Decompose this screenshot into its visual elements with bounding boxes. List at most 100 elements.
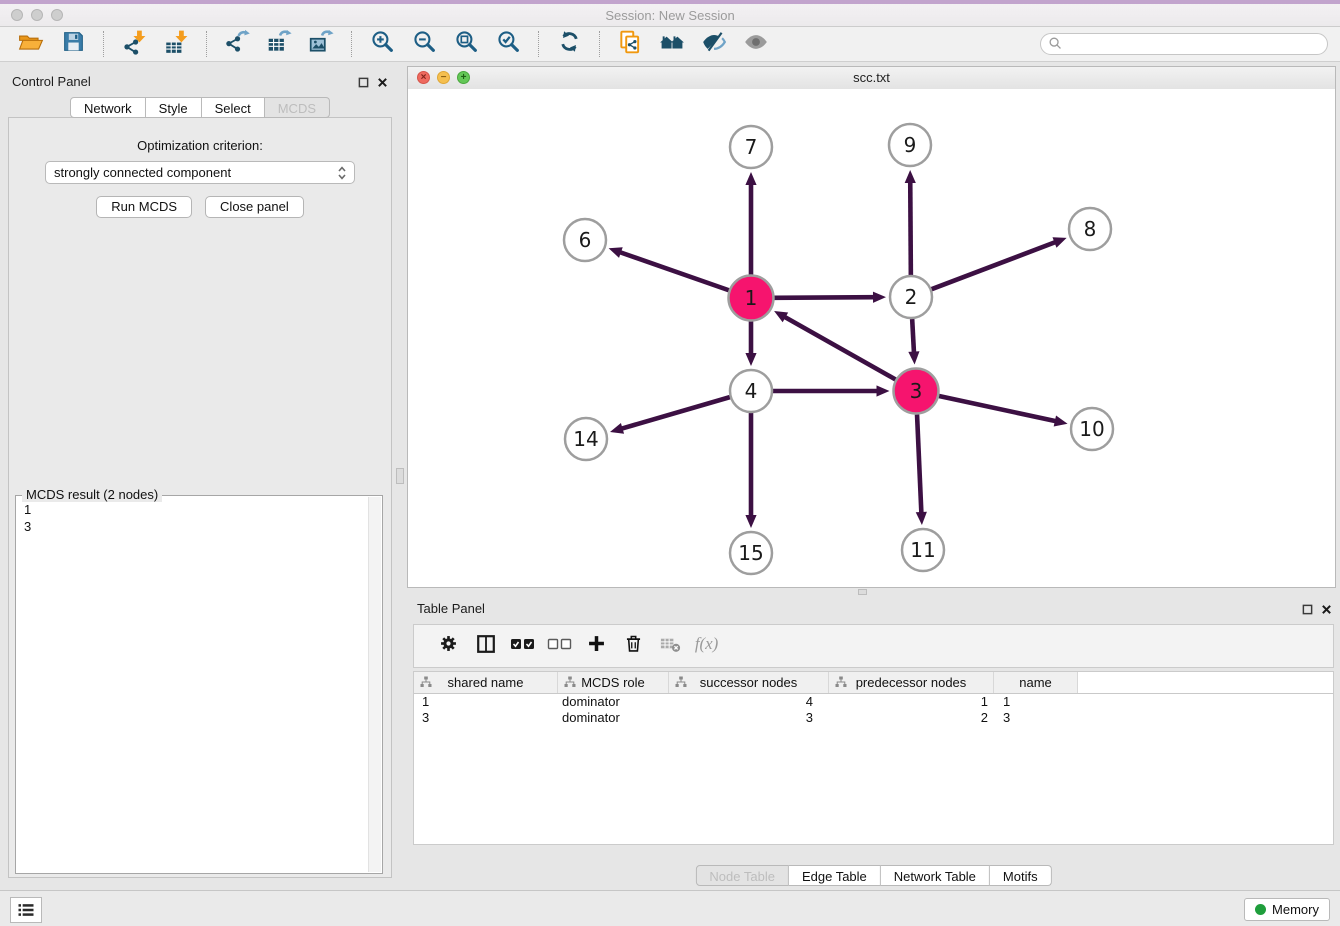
table-row[interactable]: 1dominator411 (414, 694, 1333, 710)
tab-edge-table[interactable]: Edge Table (789, 865, 881, 886)
column-header-predecessor-nodes[interactable]: predecessor nodes (829, 672, 994, 693)
float-panel-icon[interactable] (358, 75, 369, 93)
memory-label: Memory (1272, 902, 1319, 917)
tab-network-table[interactable]: Network Table (881, 865, 990, 886)
table-cell: 3 (414, 710, 558, 726)
select-all-icon (510, 635, 536, 658)
window-title: Session: New Session (0, 8, 1340, 23)
select-all-rows-button[interactable] (504, 628, 541, 664)
graph-edge-arrowhead (908, 351, 919, 364)
tab-style[interactable]: Style (146, 97, 202, 118)
select-stepper-icon (337, 165, 347, 187)
node-table: shared nameMCDS rolesuccessor nodesprede… (413, 671, 1334, 845)
mcds-result-item: 1 (24, 501, 361, 518)
graph-edge-1-2[interactable] (774, 297, 875, 298)
toolbar-separator (206, 31, 207, 57)
table-panel-title: Table Panel (417, 601, 485, 616)
table-row[interactable]: 3dominator323 (414, 710, 1333, 726)
import-table-button[interactable] (159, 29, 193, 59)
column-header-filler (1078, 672, 1333, 693)
network-canvas[interactable]: 7968124314101511 (408, 89, 1335, 587)
control-panel-title: Control Panel (12, 74, 91, 89)
tab-motifs[interactable]: Motifs (990, 865, 1052, 886)
mcds-result-item: 3 (24, 518, 361, 535)
save-session-button[interactable] (56, 29, 90, 59)
tab-select[interactable]: Select (202, 97, 265, 118)
zoom-out-icon (412, 29, 437, 59)
export-table-button[interactable] (262, 29, 296, 59)
tab-node-table[interactable]: Node Table (695, 865, 789, 886)
open-session-button[interactable] (14, 29, 48, 59)
graph-node-label: 9 (904, 133, 917, 157)
close-table-panel-icon[interactable] (1321, 602, 1332, 620)
trash-icon (623, 633, 644, 659)
zoom-fit-button[interactable] (449, 29, 483, 59)
network-overview-button[interactable] (655, 29, 689, 59)
memory-button[interactable]: Memory (1244, 898, 1330, 921)
add-column-button[interactable] (578, 628, 615, 664)
zoom-selected-icon (496, 29, 521, 59)
function-builder-button: f(x) (689, 628, 726, 664)
column-header-shared-name[interactable]: shared name (414, 672, 558, 693)
graph-edge-arrowhead (745, 172, 756, 185)
column-settings-button[interactable] (430, 628, 467, 664)
columns-icon (475, 633, 497, 660)
export-network-button[interactable] (220, 29, 254, 59)
import-network-button[interactable] (117, 29, 151, 59)
graph-edge-arrowhead (610, 423, 624, 434)
result-scrollbar[interactable] (368, 497, 381, 872)
export-image-button[interactable] (304, 29, 338, 59)
task-history-button[interactable] (10, 897, 42, 923)
network-graph[interactable]: 7968124314101511 (408, 89, 1335, 587)
deselect-all-rows-button[interactable] (541, 628, 578, 664)
graph-edge-3-11[interactable] (917, 414, 921, 514)
column-header-name[interactable]: name (994, 672, 1078, 693)
hide-graphics-button[interactable] (697, 29, 731, 59)
search-input[interactable] (1040, 33, 1328, 55)
graph-edge-4-14[interactable] (621, 397, 730, 429)
graph-edge-2-8[interactable] (932, 242, 1057, 289)
column-header-label: name (1019, 675, 1052, 690)
zoom-out-button[interactable] (407, 29, 441, 59)
open-folder-icon (18, 29, 44, 60)
optimization-criterion-select[interactable]: strongly connected component (45, 161, 355, 184)
homes-icon (659, 29, 685, 60)
duplicate-network-button[interactable] (613, 29, 647, 59)
close-panel-button[interactable]: Close panel (205, 196, 304, 218)
zoom-in-button[interactable] (365, 29, 399, 59)
column-header-MCDS-role[interactable]: MCDS role (558, 672, 669, 693)
graph-edge-3-1[interactable] (784, 316, 896, 379)
save-icon (61, 29, 86, 59)
network-window-titlebar[interactable]: × − + scc.txt (408, 67, 1335, 90)
mcds-result-list[interactable]: 1 3 (18, 499, 367, 871)
table-panel: Table Panel f(x) shared nameMCDS rolesuc… (407, 595, 1340, 890)
graph-edge-3-10[interactable] (939, 396, 1057, 421)
show-graphics-button[interactable] (739, 29, 773, 59)
table-cell: 1 (829, 694, 994, 710)
graph-node-label: 11 (910, 538, 935, 562)
graph-edge-2-9[interactable] (910, 181, 911, 275)
graph-edge-arrowhead (745, 515, 756, 528)
graph-node-label: 4 (745, 379, 758, 403)
graph-node-label: 2 (905, 285, 918, 309)
column-header-successor-nodes[interactable]: successor nodes (669, 672, 829, 693)
tab-network[interactable]: Network (70, 97, 146, 118)
delete-column-button[interactable] (615, 628, 652, 664)
refresh-view-button[interactable] (552, 29, 586, 59)
tab-mcds[interactable]: MCDS (265, 97, 330, 118)
vertical-splitter-handle[interactable] (396, 468, 404, 484)
mcds-panel: Optimization criterion: strongly connect… (8, 117, 392, 878)
close-panel-icon[interactable] (377, 75, 388, 93)
graph-edge-1-6[interactable] (619, 252, 729, 290)
float-table-panel-icon[interactable] (1302, 602, 1313, 620)
export-network-icon (224, 29, 250, 60)
run-mcds-button[interactable]: Run MCDS (96, 196, 192, 218)
graph-edge-arrowhead (1052, 237, 1066, 247)
graph-edge-2-3[interactable] (912, 319, 914, 354)
eye-icon (743, 29, 769, 60)
table-cell: dominator (558, 694, 669, 710)
zoom-selected-button[interactable] (491, 29, 525, 59)
memory-status-dot (1255, 904, 1266, 915)
graph-node-label: 6 (579, 228, 592, 252)
split-panel-button[interactable] (467, 628, 504, 664)
